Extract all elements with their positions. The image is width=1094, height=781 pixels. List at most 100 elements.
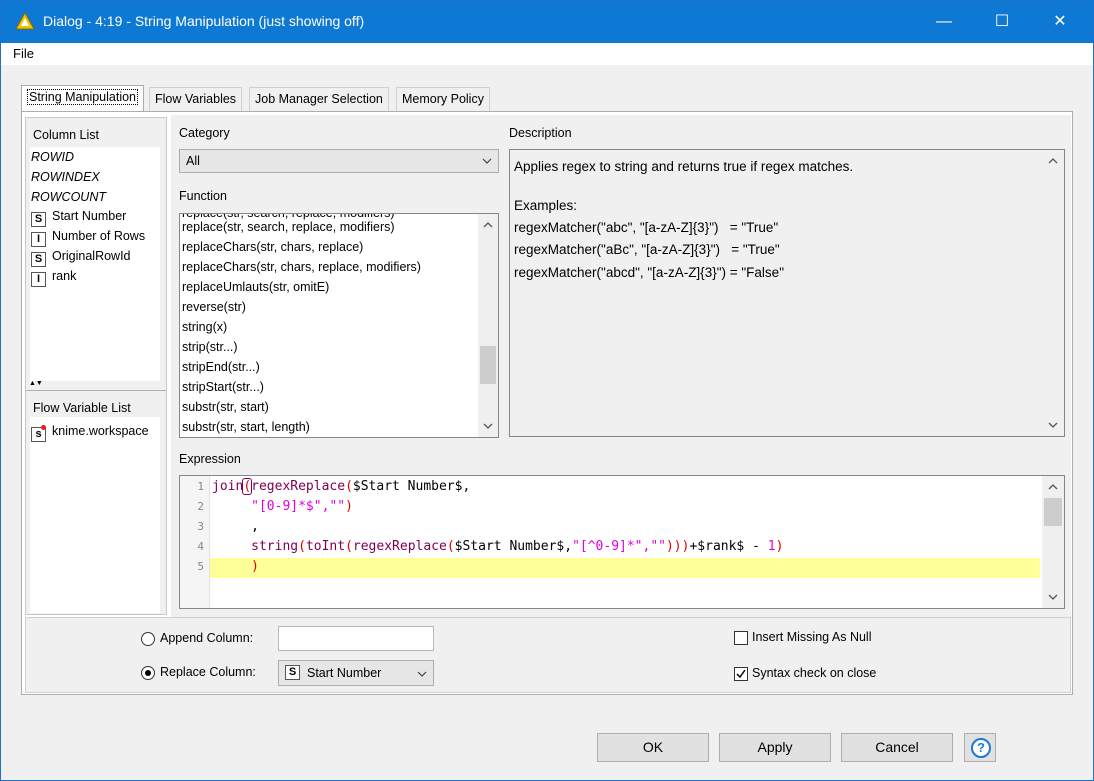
apply-button[interactable]: Apply	[719, 733, 831, 762]
scroll-up-icon[interactable]	[1048, 482, 1058, 492]
insert-missing-checkbox[interactable]	[734, 631, 748, 645]
function-item[interactable]: stripStart(str...)	[182, 380, 264, 394]
function-item[interactable]: replaceUmlauts(str, omitE)	[182, 280, 329, 294]
function-item[interactable]: reverse(str)	[182, 300, 246, 314]
tab-string-manipulation[interactable]: String Manipulation	[21, 85, 145, 111]
append-column-radio[interactable]	[141, 632, 155, 646]
syntax-check-label: Syntax check on close	[752, 666, 877, 680]
syntax-check-checkbox[interactable]	[734, 667, 748, 681]
description-summary: Applies regex to string and returns true…	[514, 159, 854, 174]
function-item[interactable]: substr(str, start)	[182, 400, 269, 414]
column-list-item[interactable]: ROWINDEX	[31, 170, 100, 184]
column-list-item[interactable]: S OriginalRowId	[31, 249, 131, 267]
column-name: Start Number	[52, 209, 127, 223]
scrollbar-thumb[interactable]	[1044, 498, 1062, 526]
scroll-down-icon[interactable]	[1048, 592, 1058, 602]
string-type-icon: S	[285, 665, 300, 680]
column-list-item[interactable]: ROWCOUNT	[31, 190, 106, 204]
scroll-up-icon[interactable]	[483, 220, 493, 230]
column-list-item[interactable]: Irank	[31, 269, 76, 287]
chevron-down-icon	[482, 158, 492, 164]
category-value: All	[186, 154, 200, 168]
column-name: rank	[52, 269, 77, 283]
tab-job-manager-selection[interactable]: Job Manager Selection	[249, 87, 389, 111]
function-list[interactable]: replace(str, search, replace, modifiers)…	[179, 213, 499, 438]
replace-column-label: Replace Column:	[160, 665, 256, 679]
code-line-4: string(toInt(regexReplace($Start Number$…	[251, 539, 784, 554]
scroll-down-icon[interactable]	[1048, 420, 1058, 430]
function-item[interactable]: string(x)	[182, 320, 227, 334]
column-name: Number of Rows	[52, 229, 146, 243]
tab-memory-policy[interactable]: Memory Policy	[396, 87, 490, 111]
current-line-highlight	[210, 558, 1040, 578]
column-list-item[interactable]: ROWID	[31, 150, 74, 164]
flow-variable-list-title: Flow Variable List	[33, 401, 131, 415]
expression-label: Expression	[179, 452, 241, 466]
help-button[interactable]: ?	[964, 733, 996, 762]
options-panel	[25, 617, 1071, 693]
checkmark-icon	[736, 669, 746, 679]
function-item-partial: replace(str, search, replace, modifiers)	[182, 213, 395, 220]
category-dropdown[interactable]: All	[179, 149, 499, 173]
code-line-2: "[0-9]*$","")	[251, 499, 353, 514]
minimize-button[interactable]: —	[921, 1, 967, 43]
column-list-item[interactable]: I Number of Rows	[31, 229, 145, 247]
code-line-5: )	[251, 559, 259, 574]
splitter-arrows-icon[interactable]: ▲▼	[29, 380, 43, 387]
menu-bar: File	[1, 43, 1093, 65]
function-item[interactable]: substr(str, start, length)	[182, 420, 310, 434]
cancel-button[interactable]: Cancel	[841, 733, 953, 762]
function-item[interactable]: replace(str, search, replace, modifiers)	[182, 220, 395, 234]
window-title: Dialog - 4:19 - String Manipulation (jus…	[43, 13, 365, 29]
replace-column-dropdown[interactable]: S Start Number	[278, 660, 434, 686]
ok-button[interactable]: OK	[597, 733, 709, 762]
scroll-up-icon[interactable]	[1048, 156, 1058, 166]
line-number: 3	[197, 520, 204, 533]
function-item[interactable]: replaceChars(str, chars, replace)	[182, 240, 363, 254]
category-label: Category	[179, 126, 230, 140]
column-list-item[interactable]: S Start Number	[31, 209, 126, 227]
flow-variable-string-icon: s	[31, 425, 46, 442]
tab-flow-variables[interactable]: Flow Variables	[149, 87, 243, 111]
flow-variable-list	[30, 417, 160, 613]
integer-type-icon: I	[31, 272, 46, 287]
dialog-window: Dialog - 4:19 - String Manipulation (jus…	[0, 0, 1094, 781]
flow-variable-name: knime.workspace	[52, 424, 149, 438]
description-label: Description	[509, 126, 572, 140]
close-button[interactable]: ✕	[1037, 1, 1083, 43]
flow-variable-item[interactable]: s knime.workspace	[31, 424, 149, 442]
panel-splitter[interactable]	[26, 385, 166, 391]
menu-file[interactable]: File	[13, 46, 34, 61]
title-bar[interactable]: Dialog - 4:19 - String Manipulation (jus…	[1, 1, 1093, 43]
column-name: OriginalRowId	[52, 249, 131, 263]
line-number: 1	[197, 480, 204, 493]
description-example: regexMatcher("abc", "[a-zA-Z]{3}") = "Tr…	[514, 220, 779, 235]
line-number-gutter: 1 2 3 4 5	[180, 476, 210, 608]
description-example: regexMatcher("aBc", "[a-zA-Z]{3}") = "Tr…	[514, 242, 780, 257]
replace-column-radio[interactable]	[141, 666, 155, 680]
function-item[interactable]: stripEnd(str...)	[182, 360, 260, 374]
append-column-field[interactable]	[278, 626, 434, 651]
replace-column-value: Start Number	[307, 666, 382, 680]
code-line-1: join(regexReplace($Start Number$,	[212, 478, 471, 495]
function-item[interactable]: strip(str...)	[182, 340, 238, 354]
line-number: 4	[197, 540, 204, 553]
insert-missing-label: Insert Missing As Null	[752, 630, 872, 644]
scrollbar-thumb[interactable]	[480, 346, 496, 384]
description-scrollbar[interactable]	[1042, 150, 1064, 436]
maximize-button[interactable]: ☐	[979, 1, 1025, 43]
function-item[interactable]: replaceChars(str, chars, replace, modifi…	[182, 260, 421, 274]
description-examples-label: Examples:	[514, 198, 578, 213]
expression-scrollbar[interactable]	[1042, 476, 1064, 608]
scroll-down-icon[interactable]	[483, 421, 493, 431]
function-label: Function	[179, 189, 227, 203]
expression-editor[interactable]: 1 2 3 4 5 join(regexReplace($Start Numbe…	[179, 475, 1065, 609]
knime-warning-icon	[15, 12, 35, 30]
string-type-icon: S	[31, 252, 46, 267]
description-panel: Applies regex to string and returns true…	[509, 149, 1065, 437]
description-example: regexMatcher("abcd", "[a-zA-Z]{3}") = "F…	[514, 265, 784, 280]
function-scrollbar[interactable]	[478, 214, 498, 437]
help-icon: ?	[971, 738, 991, 758]
chevron-down-icon	[417, 671, 427, 677]
line-number: 5	[197, 560, 204, 573]
